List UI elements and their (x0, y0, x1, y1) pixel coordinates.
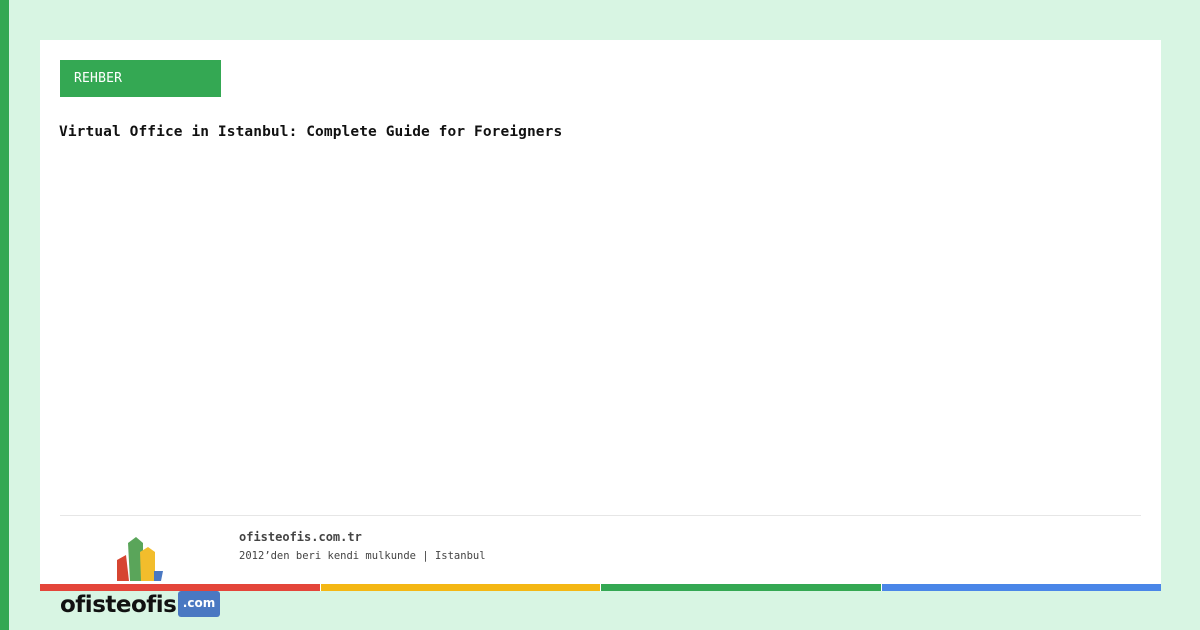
article-card[interactable]: REHBER Virtual Office in Istanbul: Compl… (40, 40, 1161, 591)
color-bar-green (601, 584, 881, 591)
logo-building-blue (154, 571, 163, 581)
site-name[interactable]: ofisteofis.com.tr (239, 530, 362, 544)
footer-divider (60, 515, 1141, 516)
brand-color-bar (40, 584, 1161, 591)
color-bar-yellow (320, 584, 600, 591)
logo-building-yellow (140, 547, 155, 581)
logo-wordmark[interactable]: ofisteofis (60, 590, 177, 620)
site-tagline: 2012’den beri kendi mulkunde | Istanbul (239, 550, 486, 562)
article-headline[interactable]: Virtual Office in Istanbul: Complete Gui… (59, 124, 1119, 140)
buildings-logo-icon (117, 537, 163, 581)
color-bar-blue (881, 584, 1161, 591)
left-accent-stripe (0, 0, 9, 630)
category-tag[interactable]: REHBER (60, 60, 221, 97)
logo-dotcom-badge[interactable]: .com (178, 591, 220, 617)
logo-building-red (117, 555, 129, 581)
